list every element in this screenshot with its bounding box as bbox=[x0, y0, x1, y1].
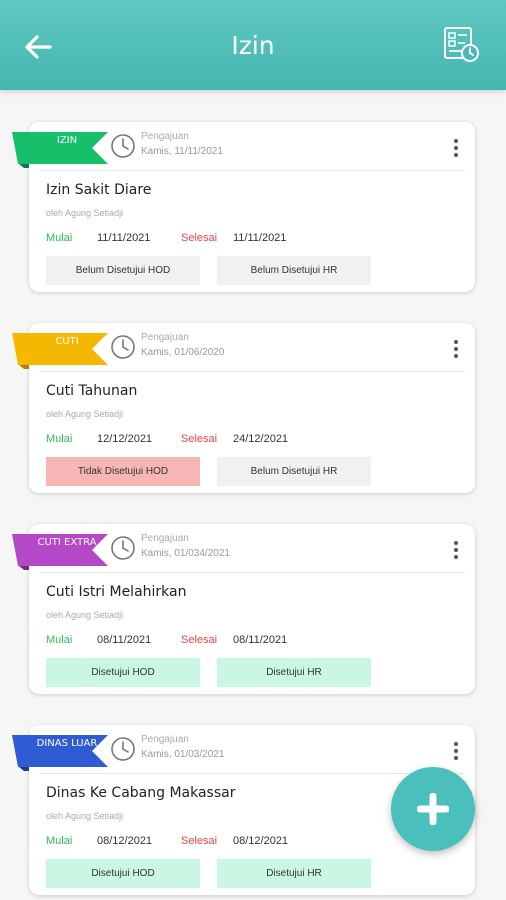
submission-date: Kamis, 01/06/2020 bbox=[141, 347, 225, 358]
divider bbox=[39, 371, 465, 372]
status-hr[interactable]: Disetujui HR bbox=[217, 658, 371, 687]
tag-label: IZIN bbox=[56, 135, 78, 146]
status-hr[interactable]: Belum Disetujui HR bbox=[217, 256, 371, 285]
end-label: Selesai bbox=[181, 433, 218, 445]
submission-label: Pengajuan bbox=[141, 533, 189, 544]
request-title: Cuti Istri Melahirkan bbox=[46, 584, 187, 600]
start-date: 08/11/2021 bbox=[97, 634, 152, 646]
submission-label: Pengajuan bbox=[141, 131, 189, 142]
end-date: 11/11/2021 bbox=[233, 232, 287, 244]
start-label: Mulai bbox=[46, 835, 73, 847]
status-hr[interactable]: Belum Disetujui HR bbox=[217, 457, 371, 486]
divider bbox=[39, 572, 465, 573]
add-request-button[interactable] bbox=[391, 767, 475, 851]
submission-label: Pengajuan bbox=[141, 734, 189, 745]
clock-icon bbox=[111, 536, 135, 560]
start-label: Mulai bbox=[46, 232, 73, 244]
submission-date: Kamis, 01/034/2021 bbox=[141, 548, 230, 559]
request-title: Dinas Ke Cabang Makassar bbox=[46, 785, 236, 801]
more-vertical-icon[interactable] bbox=[451, 138, 461, 158]
status-hod[interactable]: Belum Disetujui HOD bbox=[46, 256, 200, 285]
end-date: 08/12/2021 bbox=[233, 835, 289, 847]
end-label: Selesai bbox=[181, 232, 218, 244]
start-label: Mulai bbox=[46, 634, 73, 646]
status-hr[interactable]: Disetujui HR bbox=[217, 859, 371, 888]
plus-icon bbox=[417, 793, 449, 825]
clock-icon bbox=[111, 335, 135, 359]
request-author: oleh Agung Setiadji bbox=[46, 409, 124, 419]
end-date: 24/12/2021 bbox=[233, 433, 289, 445]
tag-label: DINAS LUAR bbox=[36, 738, 98, 749]
start-date: 08/12/2021 bbox=[97, 835, 153, 847]
status-hod[interactable]: Tidak Disetujui HOD bbox=[46, 457, 200, 486]
status-hod[interactable]: Disetujui HOD bbox=[46, 859, 200, 888]
start-date: 12/12/2021 bbox=[97, 433, 153, 445]
request-author: oleh Agung Setiadji bbox=[46, 811, 124, 821]
start-label: Mulai bbox=[46, 433, 73, 445]
request-title: Cuti Tahunan bbox=[46, 383, 138, 399]
more-vertical-icon[interactable] bbox=[451, 540, 461, 560]
end-label: Selesai bbox=[181, 634, 218, 646]
submission-date: Kamis, 11/11/2021 bbox=[141, 146, 223, 157]
app-header: Izin bbox=[0, 0, 506, 90]
report-button[interactable] bbox=[440, 25, 484, 65]
request-card[interactable]: CUTI EXTRA Pengajuan Kamis, 01/034/2021 … bbox=[12, 524, 475, 694]
status-hod[interactable]: Disetujui HOD bbox=[46, 658, 200, 687]
request-card[interactable]: CUTI Pengajuan Kamis, 01/06/2020 Cuti Ta… bbox=[12, 323, 475, 493]
request-card[interactable]: IZIN Pengajuan Kamis, 11/11/2021 Izin Sa… bbox=[12, 122, 475, 292]
report-icon bbox=[444, 27, 479, 62]
start-date: 11/11/2021 bbox=[97, 232, 151, 244]
clock-icon bbox=[111, 737, 135, 761]
tag-label: CUTI EXTRA bbox=[37, 537, 97, 548]
end-date: 08/11/2021 bbox=[233, 634, 288, 646]
submission-date: Kamis, 01/03/2021 bbox=[141, 749, 225, 760]
more-vertical-icon[interactable] bbox=[451, 339, 461, 359]
request-author: oleh Agung Setiadji bbox=[46, 208, 124, 218]
divider bbox=[39, 773, 465, 774]
more-vertical-icon[interactable] bbox=[451, 741, 461, 761]
end-label: Selesai bbox=[181, 835, 218, 847]
request-title: Izin Sakit Diare bbox=[46, 182, 152, 198]
page-title: Izin bbox=[231, 31, 275, 60]
request-author: oleh Agung Setiadji bbox=[46, 610, 124, 620]
tag-label: CUTI bbox=[55, 336, 79, 347]
clock-icon bbox=[111, 134, 135, 158]
divider bbox=[39, 170, 465, 171]
submission-label: Pengajuan bbox=[141, 332, 189, 343]
